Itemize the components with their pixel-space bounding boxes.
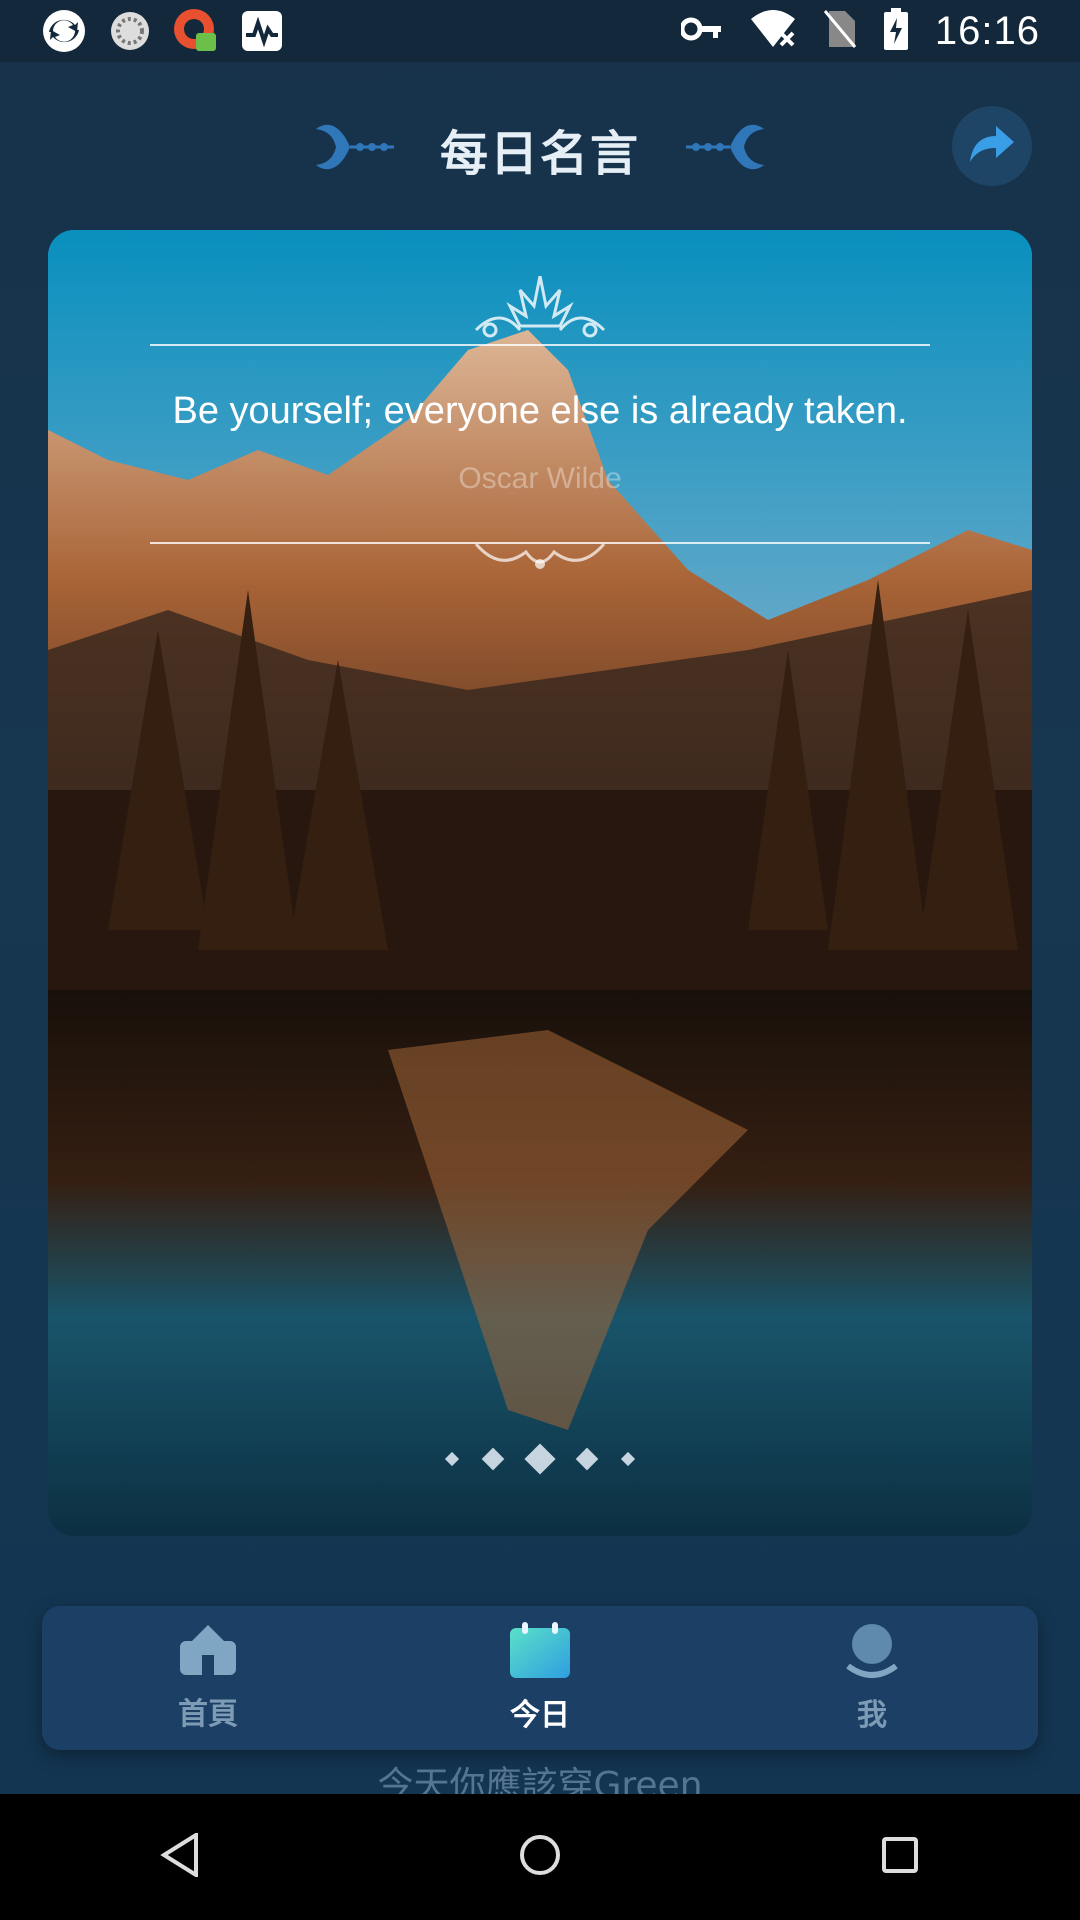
share-button[interactable] (952, 106, 1032, 186)
activity-app-icon (238, 7, 286, 55)
recents-icon (880, 1835, 920, 1879)
quote-section: Be yourself; everyone else is already ta… (48, 230, 1032, 570)
page-dot[interactable] (481, 1447, 505, 1471)
header: 每日名言 (0, 62, 1080, 232)
battery-charging-icon (883, 8, 909, 54)
wifi-off-icon (749, 9, 797, 53)
page-dot[interactable] (575, 1447, 599, 1471)
nav-label-today: 今日 (510, 1698, 570, 1733)
recents-button[interactable] (830, 1807, 970, 1907)
nav-item-me[interactable]: 我 (706, 1606, 1038, 1750)
top-flourish-icon (470, 275, 610, 346)
calendar-icon (508, 1622, 572, 1684)
vpn-key-icon (679, 14, 723, 48)
right-ornament-icon (684, 119, 770, 179)
bottom-nav: 首頁 今日 我 (42, 1606, 1038, 1750)
top-divider (150, 344, 930, 346)
home-icon (176, 1623, 240, 1683)
quote-card[interactable]: Be yourself; everyone else is already ta… (48, 230, 1032, 1536)
status-bar-system: 16:16 (679, 8, 1040, 54)
back-icon (160, 1831, 200, 1881)
vpn-app-icon (172, 7, 220, 55)
status-bar: 16:16 (0, 0, 1080, 62)
page-dot-active[interactable] (524, 1443, 556, 1475)
page-indicator (48, 1443, 1032, 1475)
loading-app-icon (106, 7, 154, 55)
bottom-flourish-icon (470, 538, 610, 582)
share-icon (968, 124, 1016, 168)
page-dot[interactable] (444, 1451, 460, 1467)
status-bar-notifications (40, 8, 286, 54)
nav-item-today[interactable]: 今日 (374, 1606, 706, 1750)
quote-author: Oscar Wilde (458, 462, 622, 495)
sync-app-icon (40, 7, 88, 55)
back-button[interactable] (110, 1807, 250, 1907)
system-nav-bar (0, 1794, 1080, 1920)
nav-label-me: 我 (857, 1698, 887, 1733)
left-ornament-icon (310, 119, 396, 179)
page-title: 每日名言 (439, 126, 640, 182)
profile-icon (844, 1622, 900, 1684)
clock: 16:16 (934, 8, 1040, 53)
home-circle-icon (518, 1833, 562, 1881)
home-button[interactable] (470, 1807, 610, 1907)
nav-label-home: 首頁 (178, 1697, 238, 1732)
page-dot[interactable] (620, 1451, 636, 1467)
title-group: 每日名言 (0, 114, 1080, 184)
no-sim-icon (823, 9, 857, 53)
nav-item-home[interactable]: 首頁 (42, 1606, 374, 1750)
quote-text: Be yourself; everyone else is already ta… (172, 390, 908, 432)
